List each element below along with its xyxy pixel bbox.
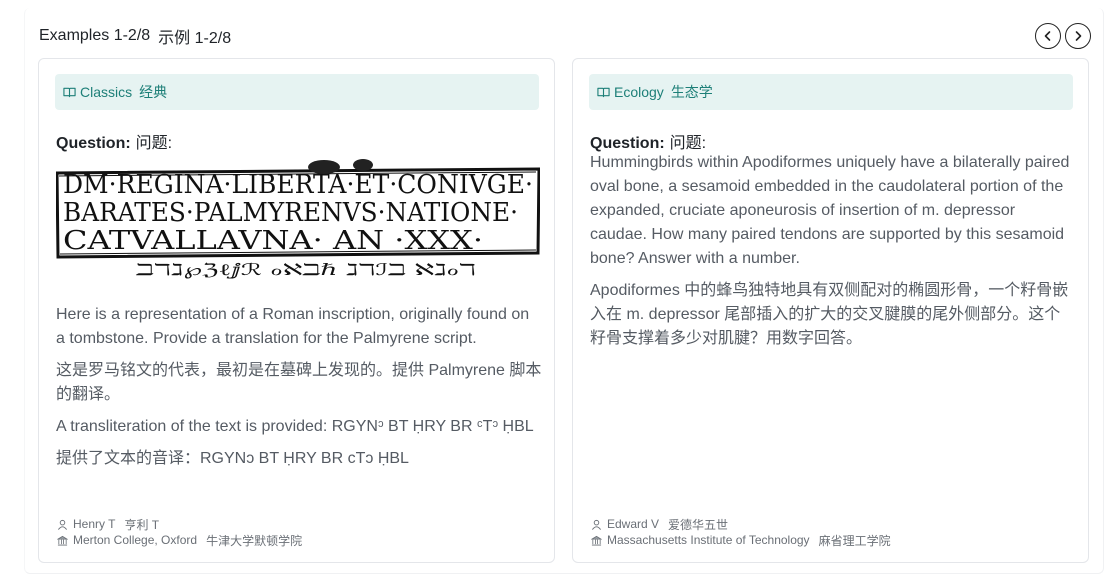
institution-icon xyxy=(591,535,602,545)
question-label-en: Question: xyxy=(56,135,131,152)
user-icon xyxy=(58,519,67,530)
category-tag: Classics 经典 xyxy=(55,74,539,110)
question-body: Here is a representation of a Roman insc… xyxy=(56,303,542,479)
question-text-zh: Apodiformes 中的蜂鸟独特地具有双侧配对的椭圆形骨，一个籽骨嵌入在 m… xyxy=(590,282,1069,347)
inscription-line-1: DM·REGINA·LIBERTA·ET·CONIVGE· xyxy=(63,170,533,200)
example-card-ecology[interactable]: Ecology 生态学 Question: 问题: Hummingbirds wi… xyxy=(572,58,1089,563)
chevron-left-icon xyxy=(1044,31,1051,41)
affiliation-en: Massachusetts Institute of Technology xyxy=(607,533,810,547)
category-tag: Ecology 生态学 xyxy=(589,74,1073,110)
author-name-en: Edward V xyxy=(607,517,660,531)
question-text-zh: 这是罗马铭文的代表，最初是在墓碑上发现的。提供 Palmyrene 脚本的翻译。 xyxy=(56,362,542,403)
institution-icon xyxy=(57,535,68,545)
user-icon xyxy=(592,519,601,530)
transliteration-note-en: A transliteration of the text is provide… xyxy=(56,418,534,435)
author-name-zh: 亨利 T xyxy=(124,517,160,532)
examples-counter-zh: 示例 1-2/8 xyxy=(158,30,232,47)
author-name-en: Henry T xyxy=(73,517,116,531)
example-card-classics[interactable]: Classics 经典 Question: 问题: DM·REGINA·LIBER… xyxy=(38,58,555,563)
next-button[interactable] xyxy=(1065,23,1091,49)
question-text-en: Hummingbirds within Apodiformes uniquely… xyxy=(590,154,1070,267)
affiliation-zh: 牛津大学默顿学院 xyxy=(206,533,303,548)
affiliation-en: Merton College, Oxford xyxy=(73,533,198,547)
carousel-nav xyxy=(1035,23,1091,49)
question-label-zh: 问题: xyxy=(135,135,173,152)
author-line: Edward V 爱德华五世 xyxy=(591,516,728,532)
previous-button[interactable] xyxy=(1035,23,1061,49)
transliteration-note-zh: 提供了文本的音译：RGYNɔ BT ḤRY BR cTɔ ḤBL xyxy=(56,450,409,467)
chevron-right-icon xyxy=(1075,31,1082,41)
question-label-zh: 问题: xyxy=(669,135,707,152)
question-label-en: Question: xyxy=(590,135,665,152)
book-icon xyxy=(63,87,76,98)
affiliation-line: Merton College, Oxford 牛津大学默顿学院 xyxy=(57,532,302,548)
examples-header: Examples 1-2/8 示例 1-2/8 xyxy=(39,24,231,48)
inscription-line-2: BARATES·PALMYRENVS·NATIONE· xyxy=(63,198,518,228)
examples-counter-en: Examples 1-2/8 xyxy=(39,27,151,44)
book-icon xyxy=(597,87,610,98)
palmyrene-script-line: ℶℸℷ℘ℨℓⅉℛ ℴℵℶℏ ℷℸℐℶ ℵℷℴℸ xyxy=(134,260,476,279)
category-label-zh: 经典 xyxy=(139,84,168,100)
affiliation-line: Massachusetts Institute of Technology 麻省… xyxy=(591,532,891,548)
author-name-zh: 爱德华五世 xyxy=(668,517,729,532)
question-body: Hummingbirds within Apodiformes uniquely… xyxy=(590,151,1076,359)
category-label-en: Classics xyxy=(80,84,133,100)
affiliation-zh: 麻省理工学院 xyxy=(818,533,891,548)
question-label: Question: 问题: xyxy=(56,129,172,153)
inscription-line-3: CATVALLAVNA· AN ·XXX· xyxy=(63,226,483,256)
author-line: Henry T 亨利 T xyxy=(57,516,159,532)
category-label-en: Ecology xyxy=(614,84,664,100)
question-text-en: Here is a representation of a Roman insc… xyxy=(56,306,530,347)
category-label-zh: 生态学 xyxy=(670,84,713,100)
roman-inscription-image: DM·REGINA·LIBERTA·ET·CONIVGE· BARATES·PA… xyxy=(56,159,540,279)
question-label: Question: 问题: xyxy=(590,129,706,153)
